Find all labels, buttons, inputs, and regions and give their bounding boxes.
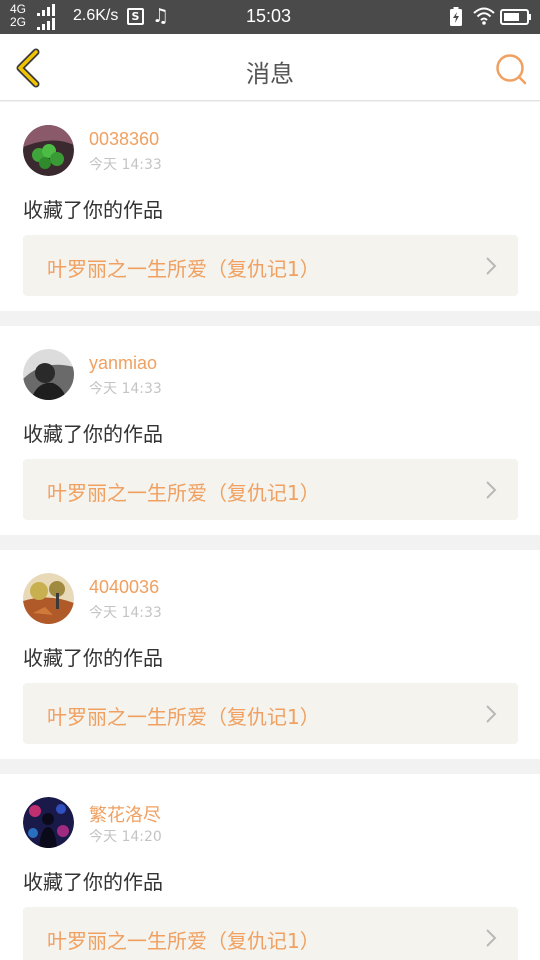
work-link[interactable]: 叶罗丽之一生所爱（复仇记1） bbox=[23, 683, 518, 744]
message-time: 今天 14:33 bbox=[89, 157, 162, 173]
status-time: 15:03 bbox=[246, 6, 292, 26]
chevron-right-icon bbox=[486, 481, 497, 499]
network-speed: 2.6K/s bbox=[73, 7, 119, 24]
work-title: 叶罗丽之一生所爱（复仇记1） bbox=[47, 929, 320, 953]
charging-icon bbox=[450, 7, 462, 26]
work-title: 叶罗丽之一生所爱（复仇记1） bbox=[47, 705, 320, 729]
avatar[interactable] bbox=[23, 349, 74, 400]
battery-icon bbox=[500, 9, 531, 25]
music-icon: ♫ bbox=[152, 5, 170, 27]
message-list: 0038360 今天 14:33 收藏了你的作品 叶罗丽之一生所爱（复仇记1） … bbox=[0, 102, 540, 960]
action-text: 收藏了你的作品 bbox=[23, 198, 163, 222]
username[interactable]: yanmiao bbox=[89, 353, 157, 374]
message-card: 0038360 今天 14:33 收藏了你的作品 叶罗丽之一生所爱（复仇记1） bbox=[0, 102, 540, 311]
s-badge-icon: S bbox=[127, 8, 144, 25]
chevron-right-icon bbox=[486, 929, 497, 947]
work-link[interactable]: 叶罗丽之一生所爱（复仇记1） bbox=[23, 459, 518, 520]
search-icon[interactable] bbox=[494, 52, 528, 86]
wifi-icon bbox=[473, 7, 495, 25]
username[interactable]: 0038360 bbox=[89, 129, 159, 150]
chevron-right-icon bbox=[486, 257, 497, 275]
avatar[interactable] bbox=[23, 797, 74, 848]
message-card: yanmiao 今天 14:33 收藏了你的作品 叶罗丽之一生所爱（复仇记1） bbox=[0, 326, 540, 535]
message-card: 4040036 今天 14:33 收藏了你的作品 叶罗丽之一生所爱（复仇记1） bbox=[0, 550, 540, 759]
avatar[interactable] bbox=[23, 573, 74, 624]
work-title: 叶罗丽之一生所爱（复仇记1） bbox=[47, 257, 320, 281]
message-time: 今天 14:20 bbox=[89, 829, 162, 845]
work-link[interactable]: 叶罗丽之一生所爱（复仇记1） bbox=[23, 907, 518, 960]
message-time: 今天 14:33 bbox=[89, 381, 162, 397]
username[interactable]: 4040036 bbox=[89, 577, 159, 598]
network-type: 4G 2G bbox=[10, 3, 26, 29]
app-bar: 消息 bbox=[0, 34, 540, 101]
message-card: 繁花洛尽 今天 14:20 收藏了你的作品 叶罗丽之一生所爱（复仇记1） bbox=[0, 774, 540, 960]
avatar[interactable] bbox=[23, 125, 74, 176]
chevron-right-icon bbox=[486, 705, 497, 723]
page-title: 消息 bbox=[246, 60, 294, 88]
work-title: 叶罗丽之一生所爱（复仇记1） bbox=[47, 481, 320, 505]
action-text: 收藏了你的作品 bbox=[23, 646, 163, 670]
action-text: 收藏了你的作品 bbox=[23, 870, 163, 894]
action-text: 收藏了你的作品 bbox=[23, 422, 163, 446]
signal-icon bbox=[37, 4, 55, 30]
network-type-bottom: 2G bbox=[10, 15, 27, 29]
work-link[interactable]: 叶罗丽之一生所爱（复仇记1） bbox=[23, 235, 518, 296]
status-bar: 4G 2G 2.6K/s S ♫ 15:03 bbox=[0, 0, 540, 34]
message-time: 今天 14:33 bbox=[89, 605, 162, 621]
username[interactable]: 繁花洛尽 bbox=[89, 801, 161, 827]
